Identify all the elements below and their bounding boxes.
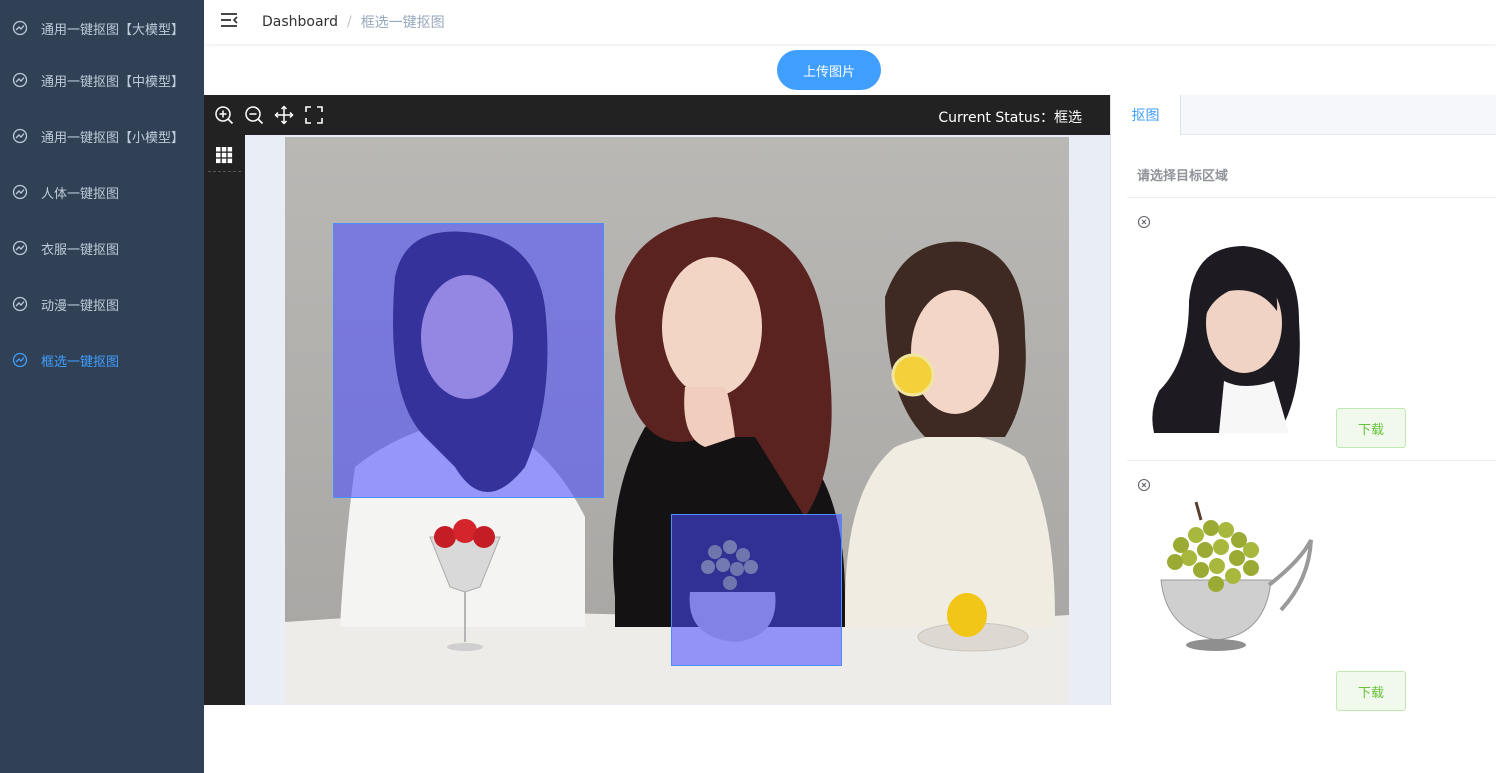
tabs-header: 抠图 — [1111, 95, 1496, 135]
fullscreen-icon[interactable] — [304, 105, 324, 125]
move-icon[interactable] — [274, 105, 294, 125]
tab-cutout[interactable]: 抠图 — [1111, 95, 1181, 135]
sidebar-item-label: 通用一键抠图【中模型】 — [41, 74, 185, 90]
sidebar-item-human[interactable]: 人体一键抠图 — [0, 164, 204, 220]
sidebar-item-clothes[interactable]: 衣服一键抠图 — [0, 220, 204, 276]
sidebar-item-label: 通用一键抠图【小模型】 — [41, 130, 185, 146]
chart-icon — [12, 20, 28, 36]
sidebar-item-label: 衣服一键抠图 — [41, 242, 120, 258]
editor-side-toolbar — [204, 135, 245, 705]
sidebar: 通用一键抠图【大模型】 通用一键抠图【中模型】 通用一键抠图【小模型】 人体一键… — [0, 0, 204, 773]
chart-icon — [12, 72, 28, 88]
sidebar-item-label: 框选一键抠图 — [41, 354, 120, 370]
divider — [1127, 460, 1496, 461]
divider — [1127, 197, 1496, 198]
navbar: Dashboard / 框选一键抠图 — [204, 0, 1496, 44]
download-button[interactable]: 下载 — [1336, 671, 1406, 711]
sidebar-item-anime[interactable]: 动漫一键抠图 — [0, 276, 204, 332]
sidebar-item-general-small[interactable]: 通用一键抠图【小模型】 — [0, 108, 204, 164]
menu-fold-icon[interactable] — [220, 11, 238, 29]
breadcrumb: Dashboard / 框选一键抠图 — [262, 12, 445, 32]
result-panel: 抠图 请选择目标区域 下载 下载 — [1110, 95, 1496, 711]
portrait-cutout-image — [1149, 241, 1324, 433]
grid-icon[interactable] — [215, 146, 233, 164]
sidebar-item-general-large[interactable]: 通用一键抠图【大模型】 — [0, 0, 204, 56]
selection-box-grapes[interactable] — [671, 514, 842, 666]
select-region-hint: 请选择目标区域 — [1137, 169, 1229, 184]
chart-icon — [12, 352, 28, 368]
breadcrumb-home-link[interactable]: Dashboard — [262, 14, 338, 30]
sidebar-item-label: 动漫一键抠图 — [41, 298, 120, 314]
close-icon[interactable] — [1137, 477, 1151, 492]
sidebar-item-label: 人体一键抠图 — [41, 186, 120, 202]
grapes-cutout-image — [1151, 500, 1316, 655]
editor-photo[interactable] — [285, 137, 1069, 704]
editor-toolbar: Current Status：框选 — [204, 95, 1110, 135]
breadcrumb-separator: / — [346, 14, 352, 30]
zoom-out-icon[interactable] — [244, 105, 264, 125]
sidebar-item-box-select[interactable]: 框选一键抠图 — [0, 332, 204, 388]
chart-icon — [12, 240, 28, 256]
upload-image-button[interactable]: 上传图片 — [777, 50, 881, 90]
selection-box-portrait[interactable] — [333, 223, 604, 498]
chart-icon — [12, 128, 28, 144]
breadcrumb-current: 框选一键抠图 — [360, 15, 445, 31]
tool-divider — [208, 171, 241, 172]
close-icon[interactable] — [1137, 214, 1151, 229]
current-status: Current Status：框选 — [938, 110, 1082, 126]
zoom-in-icon[interactable] — [214, 105, 234, 125]
download-button[interactable]: 下载 — [1336, 408, 1406, 448]
chart-icon — [12, 296, 28, 312]
chart-icon — [12, 184, 28, 200]
sidebar-item-general-medium[interactable]: 通用一键抠图【中模型】 — [0, 52, 204, 108]
sidebar-item-label: 通用一键抠图【大模型】 — [41, 22, 185, 38]
